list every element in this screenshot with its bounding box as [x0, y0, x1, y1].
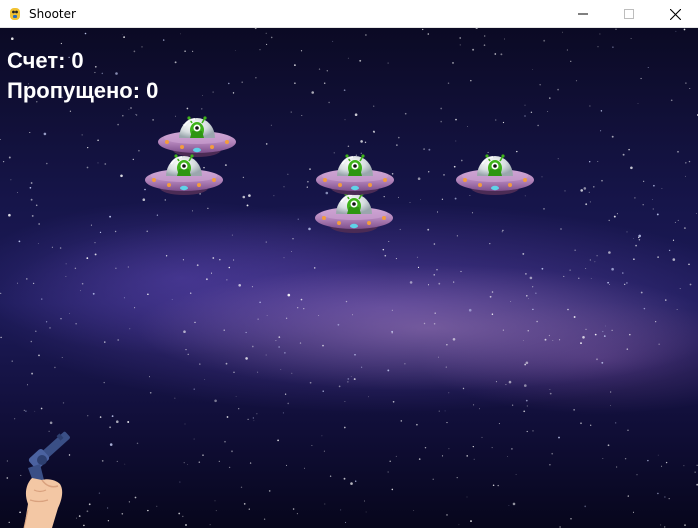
- window-controls: [560, 0, 698, 28]
- missed-value: 0: [146, 78, 159, 103]
- missed-display: Пропущено: 0: [7, 78, 158, 104]
- maximize-icon[interactable]: [606, 0, 652, 28]
- window-titlebar[interactable]: Shooter: [0, 0, 698, 28]
- score-value: 0: [71, 48, 84, 73]
- ufo-enemy-2: [144, 153, 224, 196]
- score-label: Счет:: [7, 48, 66, 73]
- game-canvas[interactable]: Счет: 0 Пропущено: 0: [0, 28, 698, 528]
- hand-icon: [23, 478, 63, 528]
- ufo-enemy-4: [315, 153, 395, 196]
- close-icon[interactable]: [652, 0, 698, 28]
- minimize-icon[interactable]: [560, 0, 606, 28]
- missed-label: Пропущено:: [7, 78, 141, 103]
- score-display: Счет: 0: [7, 48, 84, 74]
- ufo-enemy-5: [455, 153, 535, 196]
- pygame-snake-icon: [7, 6, 23, 22]
- window-title: Shooter: [29, 6, 76, 21]
- player-hand-gun: [23, 431, 70, 528]
- revolver-icon: [28, 431, 70, 484]
